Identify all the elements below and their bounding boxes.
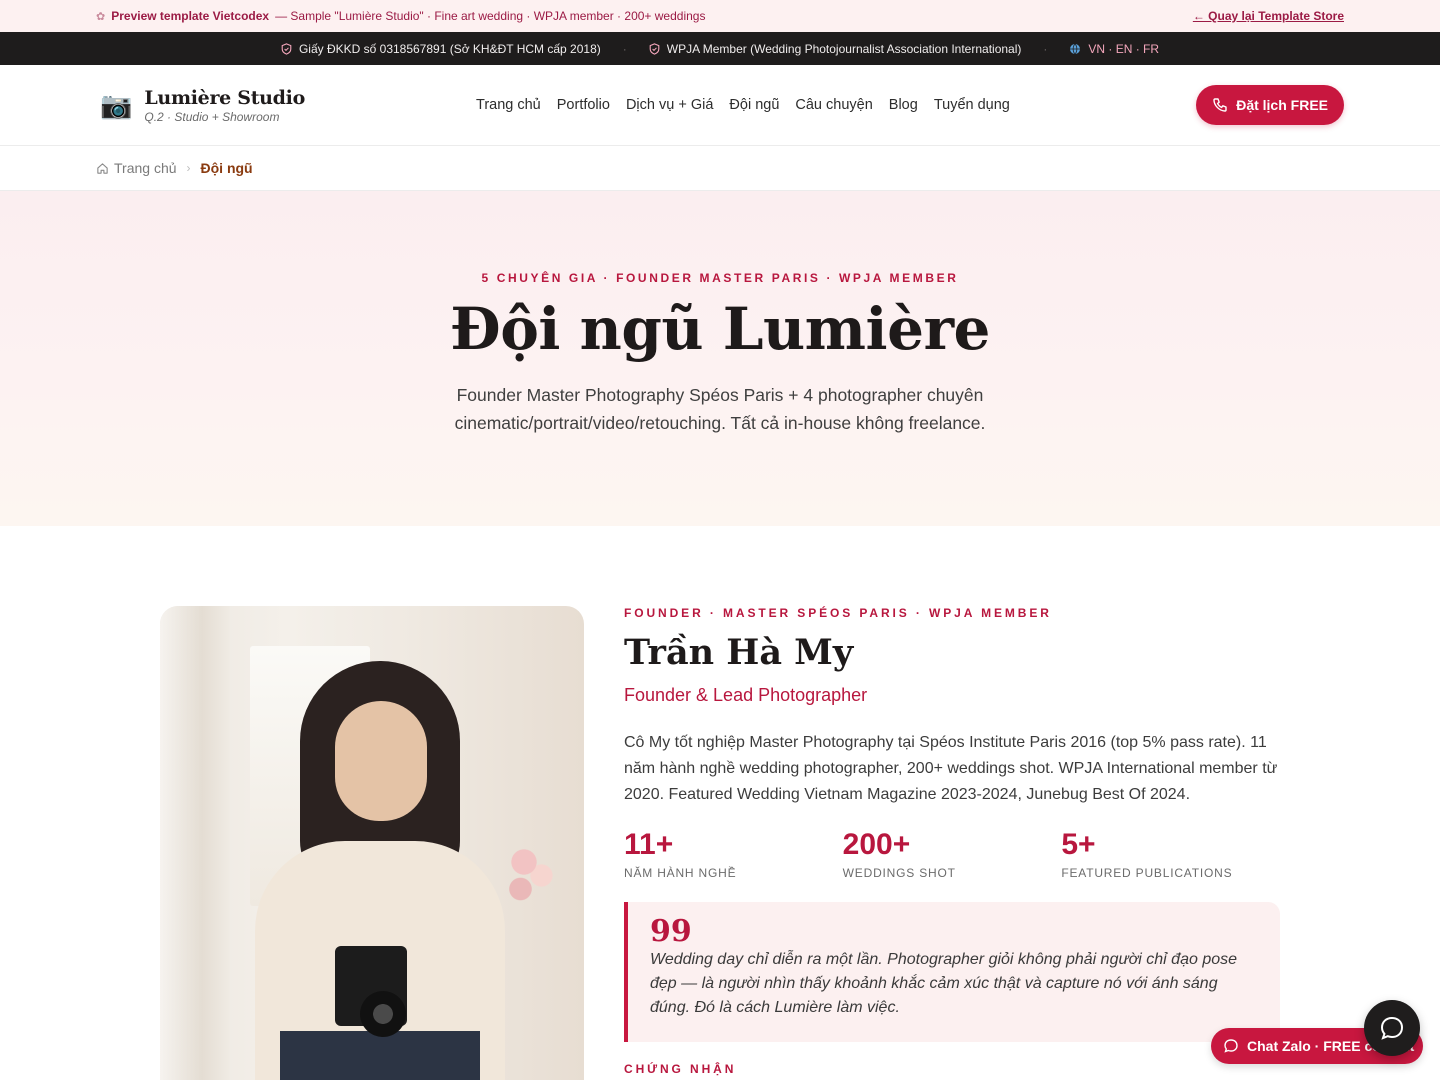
globe-icon (1070, 43, 1081, 54)
page-title: Đội ngũ Lumière (450, 295, 990, 363)
nav-item-story[interactable]: Câu chuyện (795, 97, 872, 113)
stat-weddings: 200+ WEDDINGS SHOT (843, 828, 1062, 880)
chevron-right-icon: › (186, 161, 191, 175)
language-switcher[interactable]: VN · EN · FR (1069, 42, 1159, 56)
shield-icon (281, 42, 292, 55)
stat-label: NĂM HÀNH NGHỀ (624, 866, 737, 880)
founder-photo (160, 606, 584, 1080)
founder-details: FOUNDER · MASTER SPÉOS PARIS · WPJA MEMB… (624, 606, 1280, 1076)
nav-item-blog[interactable]: Blog (889, 97, 918, 113)
logo-title: Lumière Studio (144, 86, 305, 109)
separator: · (622, 41, 627, 56)
phone-icon (1213, 98, 1227, 112)
founder-quote: 99 Wedding day chỉ diễn ra một lần. Phot… (624, 902, 1280, 1042)
site-header: 📷 Lumière Studio Q.2 · Studio + Showroom… (0, 65, 1440, 146)
breadcrumb-home-label: Trang chủ (114, 160, 177, 176)
quote-icon: 99 (650, 914, 692, 949)
hero-subtitle: Founder Master Photography Spéos Paris +… (454, 385, 986, 433)
speech-bubble-icon (1380, 1016, 1404, 1040)
home-icon (97, 162, 108, 174)
camera-icon: 📷 (100, 90, 133, 120)
logo-subtitle: Q.2 · Studio + Showroom (144, 109, 280, 124)
preview-desc: — Sample "Lumière Studio" · Fine art wed… (275, 9, 706, 23)
chat-bubble-button[interactable] (1364, 1000, 1420, 1056)
founder-role: Founder & Lead Photographer (624, 685, 868, 705)
preview-info: ✿ Preview template Vietcodex — Sample "L… (96, 9, 705, 23)
quote-text: Wedding day chỉ diễn ra một lần. Photogr… (650, 951, 1238, 1016)
shield-icon (649, 42, 660, 55)
hero-eyebrow: 5 CHUYÊN GIA · FOUNDER MASTER PARIS · WP… (481, 271, 959, 285)
nav-item-team[interactable]: Đội ngũ (729, 97, 779, 113)
hero-section: 5 CHUYÊN GIA · FOUNDER MASTER PARIS · WP… (0, 191, 1440, 526)
license-item: Giấy ĐKKD số 0318567891 (Sở KH&ĐT HCM cấ… (281, 42, 601, 56)
stat-publications: 5+ FEATURED PUBLICATIONS (1061, 828, 1280, 880)
certifications-heading: CHỨNG NHẬN (624, 1062, 737, 1076)
preview-bar: ✿ Preview template Vietcodex — Sample "L… (0, 0, 1440, 32)
logo[interactable]: 📷 Lumière Studio Q.2 · Studio + Showroom (100, 87, 400, 124)
founder-bio: Cô My tốt nghiệp Master Photography tại … (624, 734, 1278, 803)
stat-value: 11+ (624, 828, 674, 861)
member-item: WPJA Member (Wedding Photojournalist Ass… (649, 41, 1022, 56)
nav-item-services[interactable]: Dịch vụ + Giá (626, 97, 713, 113)
member-text: WPJA Member (Wedding Photojournalist Ass… (666, 41, 1022, 56)
book-free-label: Đặt lịch FREE (1236, 97, 1328, 113)
founder-stats: 11+ NĂM HÀNH NGHỀ 200+ WEDDINGS SHOT 5+ … (624, 828, 1280, 880)
separator: · (1043, 41, 1048, 56)
info-bar: Giấy ĐKKD số 0318567891 (Sở KH&ĐT HCM cấ… (0, 32, 1440, 65)
breadcrumb-home[interactable]: Trang chủ (96, 160, 177, 176)
preview-brand: Preview template Vietcodex (111, 9, 270, 23)
breadcrumb: Trang chủ › Đội ngũ (0, 146, 1440, 191)
nav-item-home[interactable]: Trang chủ (476, 97, 541, 113)
nav-item-portfolio[interactable]: Portfolio (557, 97, 610, 113)
language-options[interactable]: VN · EN · FR (1088, 42, 1159, 56)
stat-value: 200+ (842, 828, 911, 861)
breadcrumb-current: Đội ngũ (200, 160, 253, 176)
nav-item-careers[interactable]: Tuyển dụng (934, 97, 1010, 113)
founder-section: FOUNDER · MASTER SPÉOS PARIS · WPJA MEMB… (0, 526, 1440, 1080)
license-text: Giấy ĐKKD số 0318567891 (Sở KH&ĐT HCM cấ… (298, 41, 601, 56)
flower-icon: ✿ (96, 10, 106, 23)
stat-years: 11+ NĂM HÀNH NGHỀ (624, 828, 843, 880)
stat-label: WEDDINGS SHOT (842, 866, 956, 880)
founder-eyebrow: FOUNDER · MASTER SPÉOS PARIS · WPJA MEMB… (624, 606, 1052, 620)
main-nav: Trang chủ Portfolio Dịch vụ + Giá Đội ng… (476, 97, 1010, 113)
stat-label: FEATURED PUBLICATIONS (1061, 866, 1233, 880)
back-to-store-link[interactable]: ← Quay lại Template Store (1193, 9, 1344, 23)
founder-name: Trần Hà My (624, 632, 854, 673)
chat-icon (1224, 1039, 1238, 1053)
stat-value: 5+ (1061, 828, 1096, 861)
book-free-button[interactable]: Đặt lịch FREE (1196, 85, 1344, 125)
